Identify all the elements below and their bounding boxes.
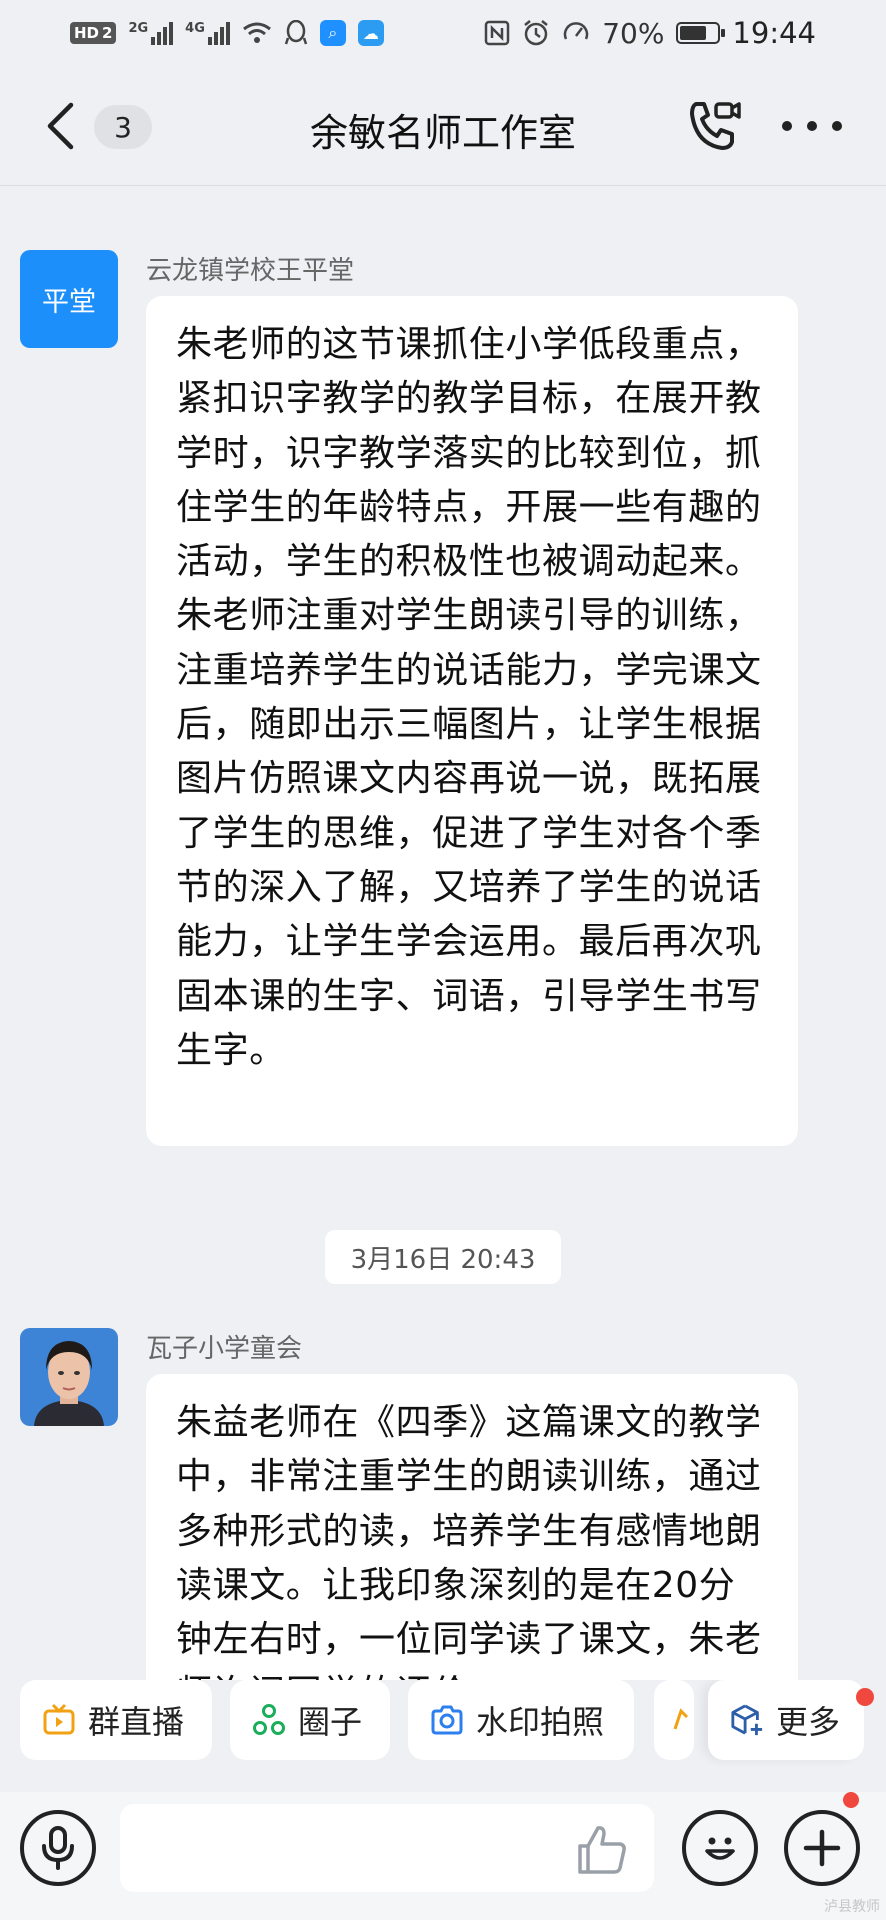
clock: 19:44 <box>732 16 816 50</box>
quick-action-circle[interactable]: 圈子 <box>230 1680 390 1760</box>
quick-action-label: 群直播 <box>88 1703 185 1741</box>
avatar[interactable]: 平堂 <box>20 250 118 348</box>
quick-action-label: 圈子 <box>298 1703 363 1741</box>
sender-name: 云龙镇学校王平堂 <box>146 256 355 286</box>
voice-button[interactable] <box>20 1810 96 1886</box>
weather-app-icon: ☁ <box>357 20 384 46</box>
avatar[interactable] <box>20 1328 118 1426</box>
nfc-icon <box>484 20 510 46</box>
back-button[interactable] <box>40 98 80 154</box>
wifi-icon <box>242 22 271 43</box>
message-bubble[interactable]: 朱益老师在《四季》这篇课文的教学中，非常注重学生的朗读训练，通过多种形式的读，培… <box>146 1374 798 1684</box>
notification-dot <box>843 1792 859 1808</box>
thumbs-up-button[interactable] <box>574 1822 630 1878</box>
partial-icon <box>668 1703 694 1737</box>
quick-action-live[interactable]: 群直播 <box>20 1680 212 1760</box>
signal-icon: 4G <box>185 21 230 45</box>
more-options-button[interactable] <box>782 108 842 144</box>
signal-icon: 2G <box>128 21 174 45</box>
quick-action-more[interactable]: 更多 <box>708 1680 864 1760</box>
watermark: 泸县教师 <box>824 1899 880 1915</box>
camera-icon <box>430 1703 464 1737</box>
plus-button[interactable] <box>784 1810 860 1886</box>
page-title: 余敏名师工作室 <box>309 111 576 155</box>
quick-action-watermark-camera[interactable]: 水印拍照 <box>408 1680 634 1760</box>
profile-photo <box>20 1328 118 1426</box>
call-button[interactable] <box>684 96 744 156</box>
circle-icon <box>252 1703 286 1737</box>
tv-icon <box>42 1703 76 1737</box>
status-bar: HD 2 2G 4G ⌕ ☁ 70% 19:44 <box>0 0 886 66</box>
plus-icon <box>803 1829 841 1867</box>
thumbs-up-icon <box>578 1826 626 1874</box>
speedometer-icon <box>563 22 589 40</box>
chevron-left-icon <box>47 102 74 150</box>
hd-badge: HD 2 <box>70 22 117 44</box>
sender-name: 瓦子小学童会 <box>146 1334 303 1364</box>
signal-type-label: 2G <box>128 21 149 36</box>
signal-type-label: 4G <box>185 21 205 36</box>
quick-action-label: 水印拍照 <box>476 1703 605 1741</box>
battery-fill <box>680 26 706 40</box>
phone-video-icon <box>690 102 741 150</box>
microphone-icon <box>42 1826 74 1870</box>
cube-plus-icon <box>730 1703 764 1737</box>
status-bar-left: HD 2 2G 4G ⌕ ☁ <box>70 20 384 46</box>
notification-dot <box>856 1688 874 1706</box>
status-bar-right: 70% 19:44 <box>484 16 816 50</box>
message-bubble[interactable]: 朱老师的这节课抓住小学低段重点，紧扣识字教学的教学目标，在展开教学时，识字教学落… <box>146 296 798 1146</box>
battery-icon <box>676 22 726 44</box>
battery-percent: 70% <box>602 16 665 50</box>
search-app-icon: ⌕ <box>319 20 346 46</box>
quick-actions-bar: 群直播 圈子 水印拍照 更多 <box>0 1680 886 1776</box>
alarm-icon <box>524 20 548 46</box>
smiley-icon <box>705 1837 735 1860</box>
dot-icon <box>807 121 817 131</box>
unread-count-badge[interactable]: 3 <box>94 105 152 149</box>
qq-icon <box>284 20 308 45</box>
timestamp-divider: 3月16日 20:43 <box>325 1230 561 1284</box>
dot-icon <box>832 121 842 131</box>
dot-icon <box>782 121 792 131</box>
chat-header: 3 余敏名师工作室 <box>0 66 886 186</box>
quick-action-label: 更多 <box>776 1703 841 1741</box>
message-input-bar: 泸县教师 <box>0 1792 886 1920</box>
quick-action-partial[interactable] <box>654 1680 694 1760</box>
emoji-button[interactable] <box>682 1810 758 1886</box>
